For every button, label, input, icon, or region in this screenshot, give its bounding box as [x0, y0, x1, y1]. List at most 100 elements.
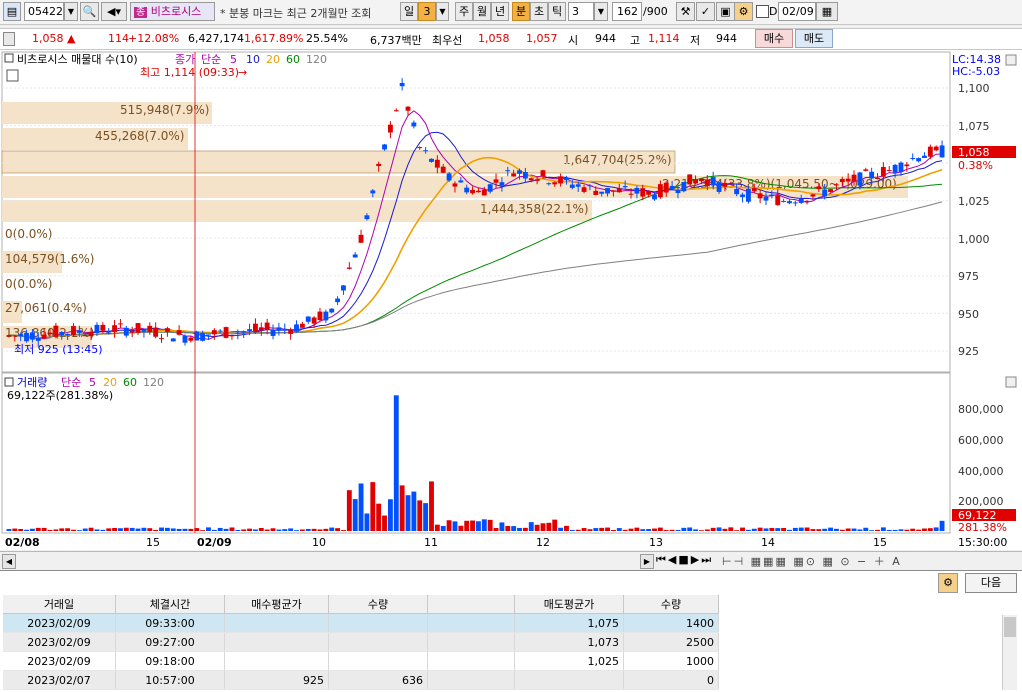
volume-bar: [299, 529, 305, 531]
volume-panel-close-icon[interactable]: [1005, 376, 1017, 388]
volume-bar: [135, 528, 141, 531]
volume-profile-label: 455,268(7.0%): [95, 129, 184, 143]
price-panel-close-icon[interactable]: [1005, 54, 1017, 66]
volume-bar: [845, 528, 851, 531]
period-day[interactable]: 일: [400, 2, 418, 21]
table-scroll-thumb[interactable]: [1004, 617, 1016, 637]
candle-body: [652, 194, 657, 200]
period-day-count[interactable]: 3: [418, 2, 436, 21]
vol-y-tick: 400,000: [958, 465, 1004, 478]
candle-body: [792, 202, 798, 204]
d-checkbox-label: D: [769, 5, 778, 18]
volume-bar: [792, 527, 798, 531]
candle-body: [346, 267, 352, 269]
candle-body: [364, 215, 370, 220]
candle-body: [59, 332, 65, 336]
high-annotation: 최고 1,114 (09:33): [140, 66, 239, 79]
chart-tools-icon[interactable]: ⊢⊣ ▦▦▦ ▦⊙ ▦ ⊙ − ＋ A: [722, 553, 902, 569]
volume-bar: [916, 529, 922, 531]
table-row[interactable]: 2023/02/09 09:33:00 1,075 1400: [3, 613, 719, 633]
table-row[interactable]: 2023/02/09 09:18:00 1,025 1000: [3, 651, 719, 671]
candle-body: [751, 188, 757, 192]
cell-sell-avg: 1,025: [514, 651, 624, 671]
candle-body: [211, 330, 217, 335]
volume-profile-label: 27,061(0.4%): [5, 301, 87, 315]
high-arrow-icon: →: [238, 66, 247, 79]
calendar-icon[interactable]: ▦: [816, 2, 838, 21]
candle-body: [839, 179, 845, 183]
table-row[interactable]: 2023/02/07 10:57:00 925 636 0: [3, 670, 719, 690]
d-checkbox[interactable]: [756, 5, 769, 18]
sell-button[interactable]: 매도: [795, 29, 833, 48]
volume-bar: [429, 481, 434, 531]
volume-bar: [681, 527, 687, 531]
candle-body: [470, 189, 475, 194]
settings-gear-icon[interactable]: ⚙: [938, 573, 958, 593]
candle-body: [904, 164, 910, 167]
volume-bar: [82, 528, 88, 531]
stock-name-field[interactable]: 종 비츠로시스: [130, 2, 215, 21]
chart-menu-icon[interactable]: ▤: [3, 2, 21, 21]
candle-body: [927, 146, 933, 157]
stock-code-input[interactable]: 054220: [24, 2, 64, 21]
cell-buy-avg: 925: [224, 670, 329, 690]
volume-bar: [47, 529, 53, 531]
scroll-left-icon[interactable]: ◀: [2, 554, 16, 569]
candle-body: [317, 311, 323, 321]
candle-body: [258, 327, 264, 331]
grid-toggle-icon[interactable]: [6, 69, 19, 82]
period-year[interactable]: 년: [491, 2, 509, 21]
candle-body: [217, 330, 223, 332]
panel-menu-icon[interactable]: [4, 53, 14, 63]
vol-y-tick: 200,000: [958, 495, 1004, 508]
search-icon[interactable]: 🔍: [80, 2, 99, 21]
period-dropdown-icon[interactable]: ▼: [436, 2, 449, 21]
volume-bar: [405, 495, 411, 531]
buy-button[interactable]: 매수: [755, 29, 793, 48]
chart-area[interactable]: 515,948(7.9%) 455,268(7.0%) 1,647,704(25.2…: [0, 50, 1022, 550]
table-scrollbar[interactable]: [1002, 615, 1017, 690]
date-input[interactable]: 02/09: [778, 2, 816, 21]
period-tick[interactable]: 틱: [548, 2, 566, 21]
candle-body: [382, 144, 387, 150]
bid-price: 1,057: [526, 32, 558, 45]
code-dropdown-icon[interactable]: ▼: [64, 2, 78, 21]
candle-body: [657, 184, 663, 198]
next-button[interactable]: 다음: [965, 573, 1017, 593]
volume-bar: [29, 528, 35, 531]
interval-input[interactable]: 3: [568, 2, 594, 21]
candle-body: [716, 182, 722, 192]
x-axis-band: [2, 534, 950, 550]
candle-body: [276, 327, 282, 331]
period-minute[interactable]: 분: [512, 2, 530, 21]
volume-bar: [745, 529, 751, 531]
table-row[interactable]: 2023/02/09 09:27:00 1,073 2500: [3, 632, 719, 652]
chart-scroll-bar[interactable]: ◀ ▶ ⏮◀■▶⏭ ⊢⊣ ▦▦▦ ▦⊙ ▦ ⊙ − ＋ A: [0, 551, 1022, 570]
volume-bar: [59, 528, 65, 531]
price-volume-chart[interactable]: 515,948(7.9%) 455,268(7.0%) 1,647,704(25.2…: [0, 50, 1022, 550]
candle-body: [29, 332, 35, 340]
info-icon[interactable]: [3, 32, 15, 46]
chart-type-icon[interactable]: ✓: [696, 2, 715, 21]
volume-bar: [223, 528, 229, 531]
volume-panel-menu-icon[interactable]: [4, 377, 14, 387]
period-week[interactable]: 주: [455, 2, 473, 21]
scroll-right-icon[interactable]: ▶: [640, 554, 654, 569]
save-icon[interactable]: ▣: [716, 2, 735, 21]
playback-controls[interactable]: ⏮◀■▶⏭: [656, 553, 713, 567]
cell-time: 09:33:00: [115, 613, 225, 633]
settings-gear-icon[interactable]: ⚙: [734, 2, 753, 21]
candle-body: [622, 186, 628, 188]
candle-body: [675, 190, 681, 194]
indicator-icon[interactable]: ⚒: [676, 2, 695, 21]
count-input[interactable]: 162: [612, 2, 642, 21]
candle-body: [517, 170, 522, 174]
period-second[interactable]: 초: [530, 2, 548, 21]
period-month[interactable]: 월: [473, 2, 491, 21]
candle-body: [129, 330, 135, 333]
sound-icon[interactable]: ◀▾: [101, 2, 127, 21]
candle-body: [699, 178, 704, 182]
interval-dropdown-icon[interactable]: ▼: [594, 2, 608, 21]
volume-bar: [863, 527, 869, 531]
volume-panel-frame: [1, 372, 951, 534]
